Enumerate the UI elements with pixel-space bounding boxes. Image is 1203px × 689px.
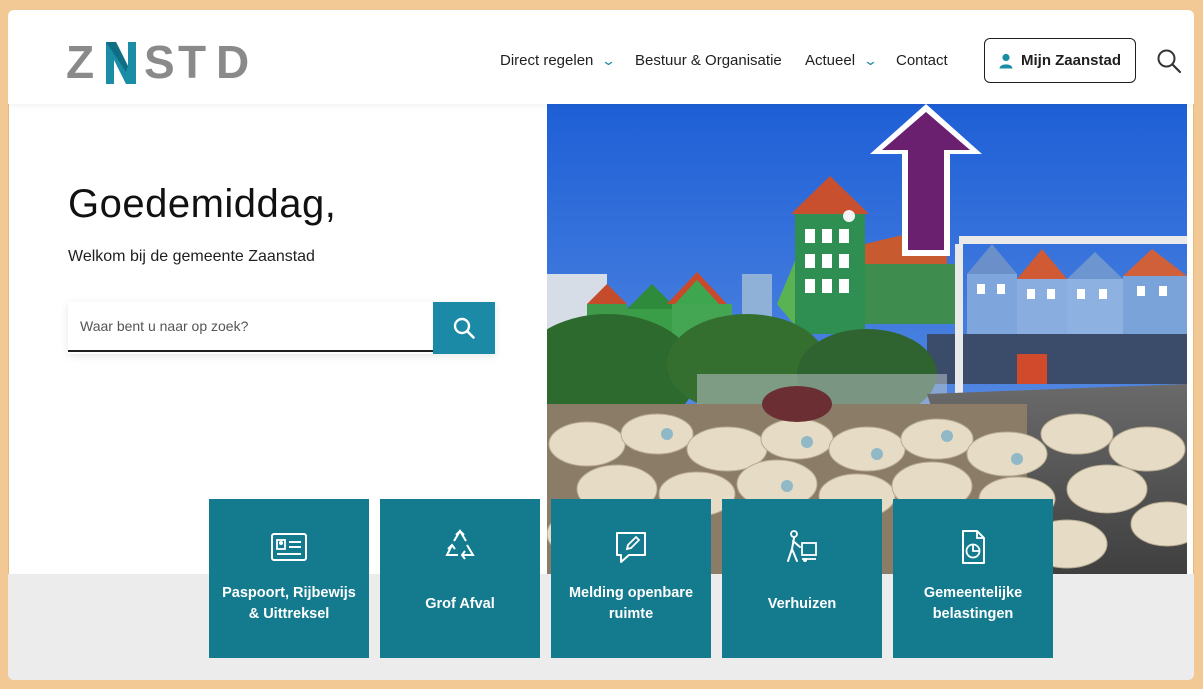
- zaanstad-logo[interactable]: Z S T D: [66, 34, 266, 86]
- nav-label: Actueel: [805, 52, 856, 69]
- tile-label: Gemeentelijke belastingen: [923, 585, 1023, 622]
- nav-contact[interactable]: Contact: [896, 52, 948, 69]
- nav-label: Direct regelen: [500, 52, 594, 69]
- recycle-icon: [445, 529, 475, 560]
- search-input[interactable]: [68, 302, 433, 352]
- user-icon: [999, 53, 1013, 68]
- nav-bestuur-organisatie[interactable]: Bestuur & Organisatie: [635, 52, 782, 69]
- tile-gemeentelijke-belastingen[interactable]: Gemeentelijke belastingen: [893, 499, 1053, 658]
- report-bubble-icon: [616, 532, 646, 563]
- svg-text:S: S: [144, 36, 175, 86]
- nav-actueel[interactable]: Actueel ⌄: [805, 52, 879, 69]
- browser-page: Z S T D Direct regelen ⌄ Bestuur & Organ…: [8, 10, 1194, 680]
- mijn-zaanstad-button[interactable]: Mijn Zaanstad: [984, 38, 1136, 83]
- search-icon: [453, 317, 475, 339]
- svg-text:D: D: [216, 36, 249, 86]
- id-card-icon: [271, 533, 307, 561]
- nav-direct-regelen[interactable]: Direct regelen ⌄: [500, 52, 617, 69]
- tile-verhuizen[interactable]: Verhuizen: [722, 499, 882, 658]
- tile-label: Grof Afval: [425, 595, 495, 612]
- tile-melding-openbare-ruimte[interactable]: Melding openbare ruimte: [551, 499, 711, 658]
- login-label: Mijn Zaanstad: [1020, 52, 1121, 69]
- greeting-heading: Goedemiddag,: [68, 182, 337, 226]
- nav-label: Bestuur & Organisatie: [635, 52, 782, 69]
- search-icon[interactable]: [1156, 48, 1182, 74]
- nav-label: Contact: [896, 52, 948, 69]
- site-header: Z S T D Direct regelen ⌄ Bestuur & Organ…: [8, 10, 1194, 104]
- welcome-text: Welkom bij de gemeente Zaanstad: [68, 248, 315, 265]
- annotation-arrow-up-icon: [870, 104, 982, 256]
- tile-label: Verhuizen: [767, 595, 837, 612]
- tile-grof-afval[interactable]: Grof Afval: [380, 499, 540, 658]
- tile-label: Melding openbare ruimte: [568, 585, 694, 622]
- svg-text:T: T: [178, 36, 206, 86]
- tile-label: Paspoort, Rijbewijs & Uittreksel: [222, 585, 356, 622]
- site-search: [68, 302, 495, 354]
- tax-document-icon: [962, 530, 985, 564]
- svg-text:Z: Z: [66, 36, 94, 86]
- moving-icon: [787, 530, 817, 562]
- tile-paspoort[interactable]: Paspoort, Rijbewijs & Uittreksel: [209, 499, 369, 658]
- chevron-down-icon: ⌄: [601, 52, 617, 68]
- search-submit-button[interactable]: [433, 302, 495, 354]
- chevron-down-icon: ⌄: [862, 52, 879, 68]
